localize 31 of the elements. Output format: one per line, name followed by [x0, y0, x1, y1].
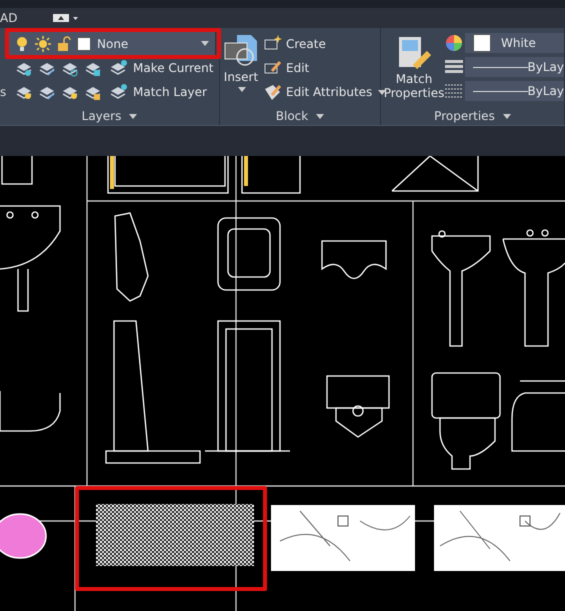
- caret-icon[interactable]: [238, 86, 246, 92]
- app-label: AD: [0, 11, 18, 25]
- color-wheel-icon[interactable]: [445, 34, 463, 52]
- workspace-dropdown-icon[interactable]: [53, 13, 80, 23]
- color-dropdown[interactable]: White: [465, 33, 564, 53]
- padlock-icon[interactable]: [57, 36, 71, 52]
- color-name: White: [501, 36, 536, 50]
- block-tool-icon[interactable]: [264, 83, 282, 101]
- caret-icon[interactable]: [502, 114, 511, 118]
- paintbrush-icon[interactable]: [397, 35, 431, 71]
- layer-stack-icon[interactable]: [109, 59, 129, 77]
- lineweight-icon[interactable]: [445, 58, 463, 76]
- lineweight-value: ByLay: [528, 84, 564, 98]
- cut-label: s: [0, 85, 8, 99]
- linetype-value: ByLay: [528, 60, 564, 74]
- basin-drawing: [0, 513, 47, 559]
- sun-icon[interactable]: [35, 36, 51, 52]
- linetype-dropdown[interactable]: ByLay: [465, 57, 564, 77]
- layer-name: None: [97, 36, 130, 50]
- match-layer-button[interactable]: Match Layer: [107, 81, 209, 103]
- caret-icon[interactable]: [201, 41, 209, 46]
- layer-dropdown[interactable]: None: [8, 31, 216, 56]
- lightbulb-icon[interactable]: [15, 36, 29, 52]
- make-current-button[interactable]: Make Current: [107, 57, 216, 79]
- caret-icon[interactable]: [129, 114, 138, 118]
- caret-icon[interactable]: [316, 114, 324, 118]
- linetype-icon[interactable]: [445, 82, 463, 100]
- insert-button[interactable]: Insert: [220, 33, 262, 105]
- caret-icon[interactable]: [378, 90, 386, 94]
- layer-stack-icon[interactable]: [109, 83, 129, 101]
- lineweight-dropdown[interactable]: ByLay: [465, 81, 564, 101]
